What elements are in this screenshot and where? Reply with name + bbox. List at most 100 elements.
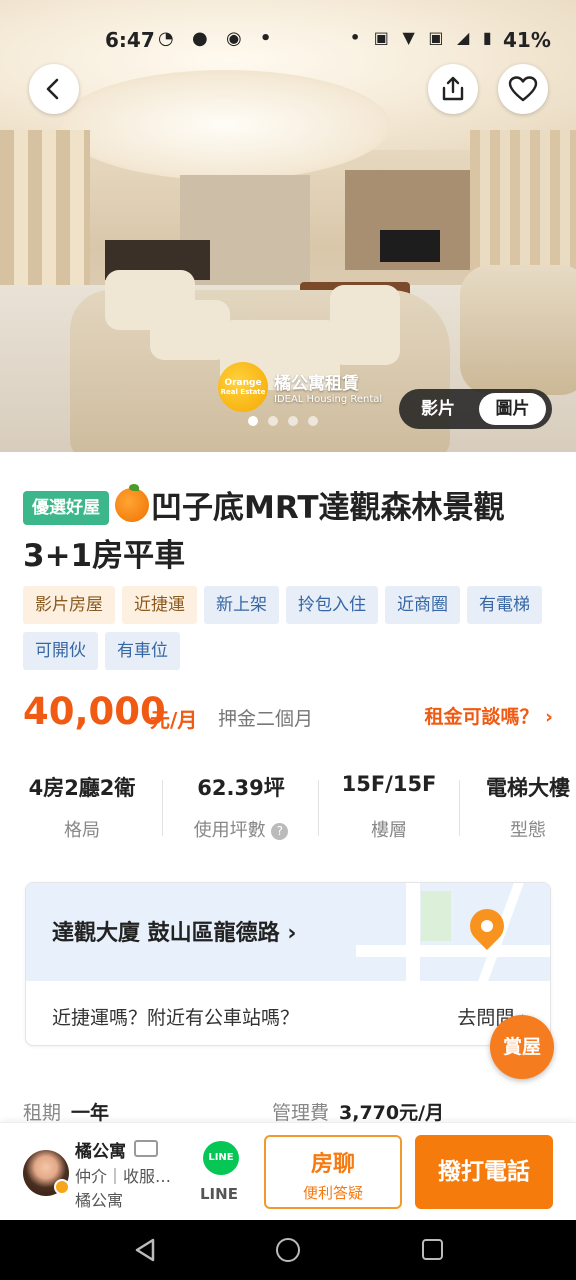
- back-button[interactable]: [29, 64, 79, 114]
- chevron-right-icon: ›: [287, 921, 297, 946]
- chevron-left-icon: [46, 78, 59, 100]
- address-link[interactable]: 達觀大廈 鼓山區龍德路 ›: [52, 915, 296, 947]
- chevron-right-icon: ›: [545, 706, 553, 728]
- carousel-dot: [268, 416, 278, 426]
- stat-divider: [162, 780, 163, 836]
- logo-circle-sub: Real Estate: [220, 388, 266, 396]
- feature-tag: 可開伙: [23, 632, 98, 670]
- property-stats: 4房2廳2衛 格局 62.39坪 使用坪數 ? 15F/15F 樓層 電梯大樓 …: [0, 772, 576, 852]
- transit-question: 近捷運嗎？附近有公車站嗎？: [52, 1007, 300, 1029]
- logo-circle-text: Orange: [224, 378, 262, 388]
- stat-area: 62.39坪 使用坪數 ?: [180, 772, 302, 842]
- agent-company: 橘公寓: [75, 1191, 124, 1210]
- deposit-text: 押金二個月: [218, 708, 314, 730]
- stat-divider: [459, 780, 460, 836]
- video-tab[interactable]: 影片: [407, 393, 469, 425]
- map-road: [356, 945, 550, 957]
- photo-armchair: [460, 265, 576, 395]
- address-text: 達觀大廈 鼓山區龍德路: [52, 921, 280, 946]
- carousel-dot: [308, 416, 318, 426]
- map-pin-dot: [481, 920, 493, 932]
- negotiate-link[interactable]: 租金可談嗎？ ›: [425, 702, 553, 729]
- negotiate-label: 租金可談嗎？: [424, 706, 539, 728]
- photo-cushion: [150, 300, 230, 360]
- logo-circle: Orange Real Estate: [218, 362, 268, 412]
- heart-icon: [508, 76, 538, 102]
- premium-badge: 優選好屋: [23, 491, 109, 525]
- logo-name: 橘公寓租賃: [274, 374, 359, 394]
- logo-english: IDEAL Housing Rental: [274, 394, 383, 405]
- nav-back-icon[interactable]: [134, 1238, 156, 1262]
- mgmt-label: 管理費: [272, 1102, 330, 1124]
- feature-tag: 近商圈: [385, 586, 460, 624]
- listing-title-block: 優選好屋 凹子底MRT達觀森林景觀3+1房平車: [23, 484, 563, 580]
- rent-unit: 元/月: [150, 708, 198, 732]
- watermark-logo: Orange Real Estate 橘公寓租賃 IDEAL Housing R…: [218, 362, 382, 412]
- signal-icons: • ▣ ▼ ▣ ◢ ▮: [350, 28, 496, 47]
- lease-label: 租期: [23, 1102, 62, 1124]
- help-icon[interactable]: ?: [271, 823, 289, 840]
- feature-tag: 近捷運: [122, 586, 197, 624]
- status-bar: 6:47 ◔ ● ◉ • • ▣ ▼ ▣ ◢ ▮ 41%: [0, 24, 576, 58]
- call-button[interactable]: 撥打電話: [415, 1135, 553, 1209]
- stat-value: 15F/15F: [341, 772, 437, 796]
- chat-title: 房聊: [310, 1152, 355, 1177]
- carousel-dot: [288, 416, 298, 426]
- stat-floor: 15F/15F 樓層: [334, 772, 444, 842]
- feature-tag: 有電梯: [467, 586, 542, 624]
- viewing-fab-button[interactable]: 賞屋: [490, 1015, 554, 1079]
- stat-label-text: 使用坪數: [193, 820, 266, 841]
- carousel-dot: [248, 416, 258, 426]
- photos-tab[interactable]: 圖片: [479, 393, 546, 425]
- management-fee: 管理費 3,770元/月: [272, 1098, 444, 1125]
- price-row: 40,000 元/月 押金二個月 租金可談嗎？ ›: [23, 690, 553, 738]
- photo-ceiling-disc: [60, 70, 390, 180]
- stat-label: 型態: [510, 820, 546, 841]
- feature-tag: 新上架: [204, 586, 279, 624]
- notification-icons: ◔ ● ◉ •: [158, 28, 278, 49]
- feature-tag: 影片房屋: [23, 586, 115, 624]
- agent-role: 仲介｜收服…: [75, 1167, 172, 1186]
- rent-price: 40,000: [23, 690, 166, 733]
- map-park: [421, 891, 451, 941]
- stat-value: 62.39坪: [197, 776, 285, 800]
- nav-recents-icon[interactable]: [422, 1239, 443, 1260]
- chat-subtitle: 便利答疑: [302, 1184, 363, 1202]
- stat-label: 格局: [64, 820, 100, 841]
- line-label[interactable]: LINE: [200, 1185, 238, 1203]
- battery-level: 41%: [503, 28, 551, 52]
- mini-map[interactable]: 達觀大廈 鼓山區龍德路 ›: [26, 883, 550, 981]
- stat-divider: [318, 780, 319, 836]
- feature-tag: 拎包入住: [286, 586, 378, 624]
- stat-layout: 4房2廳2衛 格局: [23, 772, 141, 842]
- line-icon[interactable]: LINE: [203, 1141, 239, 1175]
- stat-value: 電梯大樓: [486, 776, 570, 800]
- favorite-button[interactable]: [498, 64, 548, 114]
- hero-photo[interactable]: 6:47 ◔ ● ◉ • • ▣ ▼ ▣ ◢ ▮ 41% Orange Real…: [0, 0, 576, 452]
- share-button[interactable]: [428, 64, 478, 114]
- photo-cushion: [330, 285, 400, 365]
- chat-button[interactable]: 房聊 便利答疑: [264, 1135, 402, 1209]
- mgmt-value: 3,770元/月: [339, 1102, 445, 1124]
- share-icon: [442, 76, 464, 101]
- feature-tags: 影片房屋 近捷運 新上架 拎包入住 近商圈 有電梯可開伙 有車位: [23, 586, 573, 670]
- feature-tag: 有車位: [105, 632, 180, 670]
- system-nav-bar: [0, 1220, 576, 1280]
- lease-value: 一年: [71, 1102, 110, 1124]
- carousel-dots: [248, 416, 318, 426]
- stat-label: 使用坪數 ?: [180, 816, 302, 842]
- contact-bar: 橘公寓 仲介｜收服… 橘公寓 LINE LINE 房聊 便利答疑 撥打電話: [0, 1122, 576, 1220]
- orange-icon: [115, 484, 149, 522]
- stat-label: 樓層: [371, 820, 407, 841]
- media-toggle: 影片 圖片: [399, 389, 552, 429]
- id-card-icon: [134, 1140, 158, 1157]
- stat-value: 4房2廳2衛: [28, 776, 136, 800]
- photo-tv: [380, 230, 440, 262]
- lease-term: 租期 一年: [23, 1098, 109, 1125]
- agent-name[interactable]: 橘公寓: [75, 1137, 126, 1162]
- location-card[interactable]: 達觀大廈 鼓山區龍德路 › 近捷運嗎？附近有公車站嗎？ 去問問 ›: [25, 882, 551, 1046]
- map-road: [406, 883, 420, 981]
- status-time: 6:47: [105, 28, 155, 52]
- nav-home-icon[interactable]: [276, 1238, 300, 1262]
- agent-coin-icon: [54, 1179, 70, 1195]
